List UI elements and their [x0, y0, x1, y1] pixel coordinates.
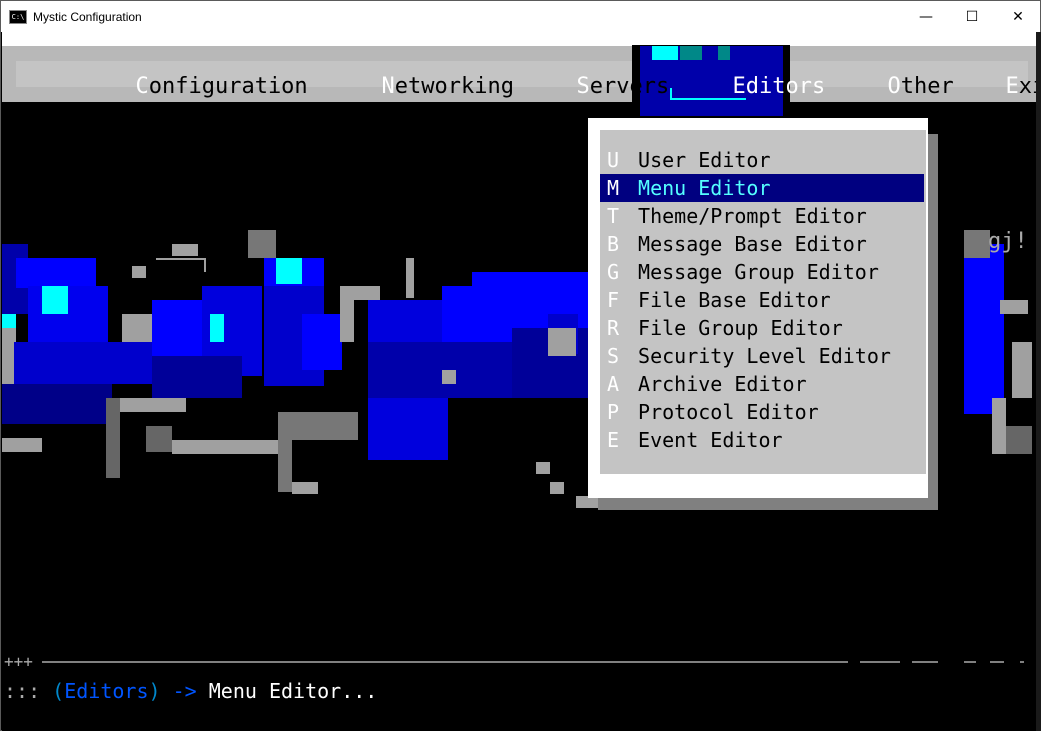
menu-configuration-label: onfiguration — [148, 74, 308, 99]
hotkey-g: G — [606, 260, 620, 284]
menu-exit-label: xit — [1018, 74, 1036, 99]
menu-networking-hotkey: N — [381, 74, 395, 99]
menu-item-archive-editor[interactable]: A Archive Editor — [600, 370, 926, 398]
menu-configuration-hotkey: C — [135, 74, 149, 99]
art-text-fragment: gj! — [988, 229, 1028, 254]
menu-item-user-editor[interactable]: U User Editor — [600, 146, 926, 174]
hotkey-p: P — [606, 400, 620, 424]
window-title: Mystic Configuration — [33, 9, 142, 24]
menu-configuration[interactable]: Configuration — [56, 48, 307, 99]
hotkey-r: R — [606, 316, 620, 340]
menu-item-message-group-editor[interactable]: G Message Group Editor — [600, 258, 926, 286]
menu-servers-hotkey: S — [576, 74, 590, 99]
console-screen: Configuration Networking Servers Editors… — [2, 32, 1036, 731]
status-separator-seg — [1020, 661, 1024, 663]
menu-item-file-base-editor[interactable]: F File Base Editor — [600, 286, 926, 314]
status-section: Editors — [64, 679, 149, 703]
status-separator-seg — [860, 661, 900, 663]
hotkey-t: T — [606, 204, 620, 228]
status-arrow: -> — [172, 679, 197, 703]
status-close-paren: ) — [148, 679, 161, 703]
hotkey-f: F — [606, 288, 620, 312]
scrollbar[interactable] — [1036, 32, 1041, 731]
menu-item-theme-prompt-editor[interactable]: T Theme/Prompt Editor — [600, 202, 926, 230]
hotkey-a: A — [606, 372, 620, 396]
hotkey-s: S — [606, 344, 620, 368]
status-separator-seg — [912, 661, 938, 663]
status-message: Menu Editor... — [208, 679, 378, 703]
menu-item-label: User Editor — [638, 148, 771, 172]
menu-item-label: Event Editor — [638, 428, 783, 452]
minimize-icon[interactable]: — — [903, 1, 949, 32]
console-app-icon: C:\ — [9, 9, 27, 24]
maximize-icon[interactable]: ☐ — [949, 1, 995, 32]
menu-editors[interactable]: Editors — [653, 48, 825, 99]
menu-networking[interactable]: Networking — [302, 48, 513, 99]
menu-item-protocol-editor[interactable]: P Protocol Editor — [600, 398, 926, 426]
menu-item-label: Security Level Editor — [638, 344, 891, 368]
dropdown-panel: U User Editor M Menu Editor T Theme/Prom… — [600, 130, 926, 474]
menu-exit[interactable]: Exit — [926, 48, 1036, 99]
console-window: C:\ Mystic Configuration — ☐ ✕ Configura… — [0, 0, 1041, 731]
title-bar[interactable]: C:\ Mystic Configuration — ☐ ✕ — [1, 1, 1040, 32]
hotkey-m: M — [606, 176, 620, 200]
status-separator — [42, 661, 848, 663]
menu-item-label: Message Group Editor — [638, 260, 879, 284]
menu-item-security-level-editor[interactable]: S Security Level Editor — [600, 342, 926, 370]
status-line: ::: (Editors) -> Menu Editor... — [4, 677, 377, 705]
top-strip — [2, 32, 1036, 46]
menu-item-message-base-editor[interactable]: B Message Base Editor — [600, 230, 926, 258]
menu-item-label: File Group Editor — [638, 316, 843, 340]
editors-dropdown: U User Editor M Menu Editor T Theme/Prom… — [588, 118, 928, 498]
menu-item-menu-editor[interactable]: M Menu Editor — [600, 174, 924, 202]
menu-item-label: Theme/Prompt Editor — [638, 204, 867, 228]
status-open-paren: ( — [52, 679, 65, 703]
menu-servers[interactable]: Servers — [497, 48, 669, 99]
menu-item-label: File Base Editor — [638, 288, 831, 312]
menu-item-label: Archive Editor — [638, 372, 807, 396]
menu-editors-hotkey: E — [732, 74, 746, 99]
hotkey-e: E — [606, 428, 620, 452]
menu-exit-hotkey: E — [1005, 74, 1019, 99]
status-separator-seg — [964, 661, 976, 663]
menu-other-hotkey: O — [887, 74, 901, 99]
hotkey-u: U — [606, 148, 620, 172]
menu-item-label: Message Base Editor — [638, 232, 867, 256]
menu-item-file-group-editor[interactable]: R File Group Editor — [600, 314, 926, 342]
hotkey-b: B — [606, 232, 620, 256]
status-marks: +++ — [4, 652, 33, 671]
close-icon[interactable]: ✕ — [995, 1, 1041, 32]
status-prefix: ::: — [4, 679, 41, 703]
status-separator-seg — [990, 661, 1004, 663]
menu-item-event-editor[interactable]: E Event Editor — [600, 426, 926, 454]
menu-item-label: Menu Editor — [638, 176, 771, 200]
menu-item-label: Protocol Editor — [638, 400, 819, 424]
